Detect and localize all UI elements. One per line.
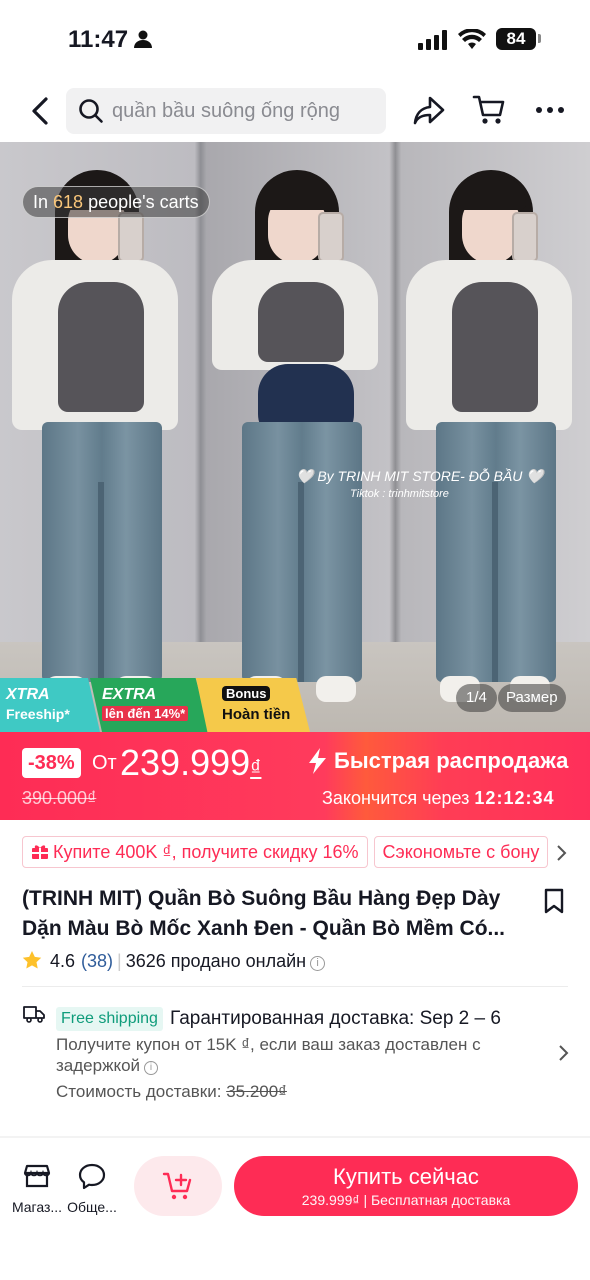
xtra-title: XTRA — [6, 686, 50, 703]
flash-sale-banner: -38% От 239.999₫ 390.000₫ Быстрая распро… — [0, 732, 590, 820]
extra-sub: lên đến 14%* — [102, 706, 189, 721]
carts-count: 618 — [53, 192, 84, 212]
info-icon[interactable]: i — [144, 1061, 159, 1075]
late-delivery-text: Получите купон от 15K ₫, если ваш заказ … — [56, 1035, 481, 1075]
buy-now-button[interactable]: Купить сейчас 239.999₫ | Бесплатная дост… — [234, 1156, 578, 1216]
search-icon — [79, 99, 103, 123]
divider — [22, 986, 568, 987]
image-counter: 1/4 — [456, 684, 497, 712]
size-button[interactable]: Размер — [498, 684, 566, 712]
separator: | — [117, 951, 122, 971]
search-bar[interactable]: quần bầu suông ống rộng — [66, 88, 386, 134]
sold-count: 3626 продано онлайн — [125, 951, 307, 971]
late-delivery-coupon-note[interactable]: Получите купон от 15K ₫, если ваш заказ … — [56, 1034, 546, 1076]
delivery-truck-icon — [23, 1006, 45, 1023]
coupon-chip[interactable]: Сэкономьте с бону — [373, 836, 549, 868]
coupon-icon — [32, 845, 48, 859]
add-to-cart-icon — [162, 1172, 192, 1200]
chevron-right-icon[interactable] — [556, 844, 568, 862]
coupon-text: Купите 400K ₫, получите скидку 16% — [53, 842, 359, 862]
promo-strip: XTRA Freeship* EXTRA lên đến 14%* Bonus … — [0, 678, 320, 732]
carts-prefix: In — [33, 192, 49, 212]
cart-icon[interactable] — [472, 94, 506, 126]
current-price: 239.999₫ — [120, 742, 261, 784]
discount-badge: -38% — [22, 748, 81, 778]
section-divider — [0, 1136, 590, 1138]
countdown-timer: 12:12:34 — [474, 788, 555, 808]
wifi-icon — [458, 29, 486, 49]
chat-label: Обще... — [67, 1199, 117, 1215]
coupon-chip[interactable]: Купите 400K ₫, получите скидку 16% — [22, 836, 368, 868]
store-button[interactable]: Магаз... — [10, 1162, 64, 1215]
rating-row[interactable]: 4.6 (38) | 3626 продано онлайн i — [22, 950, 326, 972]
person-icon — [134, 30, 152, 48]
coupon-text: Сэкономьте с бону — [382, 842, 540, 862]
extra-title: EXTRA — [102, 686, 157, 703]
price-currency: ₫ — [250, 755, 262, 780]
add-to-cart-button[interactable] — [134, 1156, 222, 1216]
model-figure-center — [200, 142, 390, 732]
chat-button[interactable]: Обще... — [64, 1162, 120, 1215]
battery-indicator: 84 — [496, 28, 536, 50]
xtra-sub: Freeship* — [6, 706, 70, 722]
share-icon[interactable] — [412, 94, 446, 126]
star-icon — [22, 951, 42, 969]
store-icon — [23, 1164, 51, 1188]
shipping-cost: Стоимость доставки: 35.200₫ — [56, 1082, 287, 1102]
store-label: Магаз... — [11, 1199, 63, 1215]
sale-countdown: Закончится через 12:12:34 — [322, 788, 554, 809]
clock: 11:47 — [68, 26, 129, 53]
coupon-row: Купите 400K ₫, получите скидку 16% Сэкон… — [22, 836, 568, 870]
bonus-sub: Hoàn tiền — [222, 706, 291, 723]
free-shipping-tag: Free shipping — [56, 1007, 163, 1031]
flash-sale-text: Быстрая распродажа — [334, 748, 569, 773]
chat-icon — [78, 1163, 106, 1190]
battery-tip — [538, 34, 541, 43]
signal-icon — [418, 30, 447, 50]
product-title: (TRINH MIT) Quần Bò Suông Bầu Hàng Đẹp D… — [22, 887, 506, 940]
buy-now-label: Купить сейчас — [333, 1164, 479, 1189]
lightning-icon — [309, 748, 326, 774]
product-image[interactable]: 🤍 By TRINH MIT STORE- ĐỖ BẦU 🤍 Tiktok : … — [0, 142, 590, 732]
more-icon[interactable] — [534, 94, 566, 126]
bonus-title: Bonus — [222, 686, 271, 701]
rating-score: 4.6 — [50, 951, 76, 971]
review-count[interactable]: (38) — [81, 951, 113, 971]
buy-now-sub: 239.999₫ | Бесплатная доставка — [301, 1192, 511, 1208]
shipping-cost-value: 35.200₫ — [226, 1082, 287, 1101]
original-price: 390.000₫ — [22, 788, 97, 808]
back-arrow-icon[interactable] — [24, 94, 58, 128]
store-watermark-sub: Tiktok : trinhmitstore — [350, 488, 449, 500]
search-query: quần bầu suông ống rộng — [112, 100, 340, 122]
chevron-right-icon[interactable] — [558, 1044, 570, 1062]
bottom-action-bar: Магаз... Обще... Купить сейчас 239.999₫ … — [0, 1140, 590, 1280]
shipping-cost-label: Стоимость доставки: — [56, 1082, 222, 1101]
guaranteed-delivery: Гарантированная доставка: Sep 2 – 6 — [170, 1008, 501, 1029]
flash-sale-label: Быстрая распродажа — [309, 748, 569, 774]
price-from-label: От — [92, 752, 117, 774]
price-value: 239.999 — [120, 742, 251, 783]
model-figure-left — [0, 142, 190, 732]
ends-label: Закончится через — [322, 788, 470, 808]
info-icon[interactable]: i — [310, 956, 326, 971]
carts-suffix: people's carts — [88, 192, 199, 212]
store-watermark: 🤍 By TRINH MIT STORE- ĐỖ BẦU 🤍 — [296, 468, 544, 484]
status-bar: 11:47 84 — [0, 0, 590, 78]
top-nav: quần bầu suông ống rộng — [0, 82, 590, 140]
carts-count-badge: In 618 people's carts — [22, 186, 210, 218]
bookmark-icon[interactable] — [544, 888, 564, 914]
model-figure-right — [394, 142, 584, 732]
